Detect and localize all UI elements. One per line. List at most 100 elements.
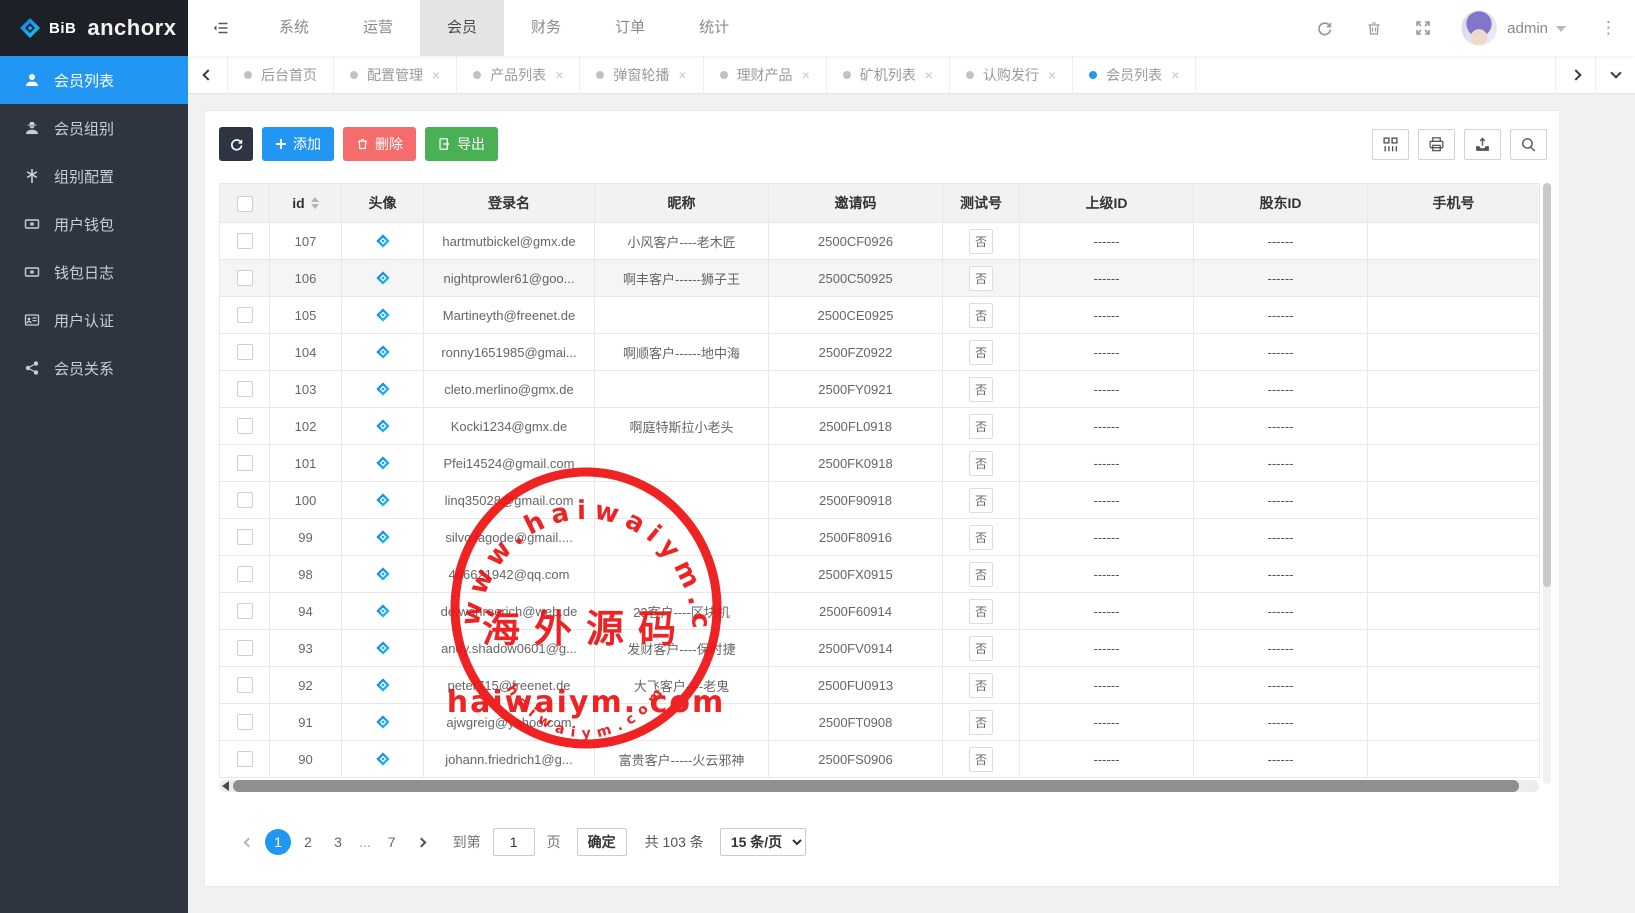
cell-parent-id: ------ xyxy=(1020,630,1194,667)
user-menu-caret-icon[interactable] xyxy=(1556,26,1566,32)
tab-subscription[interactable]: 认购发行 × xyxy=(950,56,1073,93)
test-flag-badge[interactable]: 否 xyxy=(969,525,993,550)
user-avatar[interactable] xyxy=(1461,10,1497,46)
topnav-operation[interactable]: 运营 xyxy=(336,0,420,56)
row-checkbox[interactable] xyxy=(237,270,253,286)
tabs-scroll-right-icon[interactable] xyxy=(1555,56,1595,93)
row-checkbox[interactable] xyxy=(237,640,253,656)
sidebar-item-group-config[interactable]: 组别配置 xyxy=(0,152,188,200)
topnav-system[interactable]: 系统 xyxy=(252,0,336,56)
export-button[interactable]: 导出 xyxy=(425,127,498,161)
sidebar-toggle-icon[interactable] xyxy=(188,0,252,56)
scroll-left-arrow-icon[interactable] xyxy=(222,781,229,791)
test-flag-badge[interactable]: 否 xyxy=(969,340,993,365)
tab-finance-products[interactable]: 理财产品 × xyxy=(704,56,827,93)
tab-config[interactable]: 配置管理 × xyxy=(334,56,457,93)
sidebar-item-wallet-log[interactable]: 钱包日志 xyxy=(0,248,188,296)
topnav-finance[interactable]: 财务 xyxy=(504,0,588,56)
fullscreen-icon[interactable] xyxy=(1398,0,1447,56)
prev-page-icon[interactable] xyxy=(235,829,261,855)
sidebar-item-member-relations[interactable]: 会员关系 xyxy=(0,344,188,392)
confirm-button[interactable]: 确定 xyxy=(577,828,627,856)
horizontal-scrollbar[interactable] xyxy=(219,780,1539,792)
test-flag-badge[interactable]: 否 xyxy=(969,488,993,513)
cell-shareholder-id: ------ xyxy=(1194,593,1368,630)
row-checkbox[interactable] xyxy=(237,751,253,767)
trash-icon[interactable] xyxy=(1349,0,1398,56)
next-page-icon[interactable] xyxy=(409,829,435,855)
test-flag-badge[interactable]: 否 xyxy=(969,710,993,735)
tab-close-icon[interactable]: × xyxy=(1171,68,1179,82)
tab-products[interactable]: 产品列表 × xyxy=(457,56,580,93)
topnav-stats[interactable]: 统计 xyxy=(672,0,756,56)
test-flag-badge[interactable]: 否 xyxy=(969,747,993,772)
cell-nickname: 啊顺客户------地中海 xyxy=(595,334,769,371)
page-7[interactable]: 7 xyxy=(379,829,405,855)
columns-toggle-icon[interactable] xyxy=(1372,129,1409,160)
page-1[interactable]: 1 xyxy=(265,829,291,855)
sidebar-item-user-verify[interactable]: 用户认证 xyxy=(0,296,188,344)
refresh-icon[interactable] xyxy=(1300,0,1349,56)
topnav-order[interactable]: 订单 xyxy=(588,0,672,56)
tab-close-icon[interactable]: × xyxy=(432,68,440,82)
tab-miners[interactable]: 矿机列表 × xyxy=(827,56,950,93)
tab-close-icon[interactable]: × xyxy=(802,68,810,82)
row-checkbox[interactable] xyxy=(237,344,253,360)
row-checkbox[interactable] xyxy=(237,714,253,730)
tab-close-icon[interactable]: × xyxy=(925,68,933,82)
cell-test: 否 xyxy=(943,593,1020,630)
tab-home[interactable]: 后台首页 xyxy=(228,56,334,93)
row-checkbox[interactable] xyxy=(237,455,253,471)
export-data-icon[interactable] xyxy=(1464,129,1501,160)
row-checkbox[interactable] xyxy=(237,529,253,545)
test-flag-badge[interactable]: 否 xyxy=(969,562,993,587)
sidebar-item-member-list[interactable]: 会员列表 xyxy=(0,56,188,104)
tab-popup-carousel[interactable]: 弹窗轮播 × xyxy=(580,56,703,93)
test-flag-badge[interactable]: 否 xyxy=(969,599,993,624)
add-button[interactable]: 添加 xyxy=(262,127,334,161)
row-checkbox[interactable] xyxy=(237,566,253,582)
tabs-scroll-left-icon[interactable] xyxy=(188,56,228,93)
tab-close-icon[interactable]: × xyxy=(1048,68,1056,82)
sidebar-item-user-wallet[interactable]: 用户钱包 xyxy=(0,200,188,248)
topnav-member[interactable]: 会员 xyxy=(420,0,504,56)
tab-close-icon[interactable]: × xyxy=(555,68,563,82)
test-flag-badge[interactable]: 否 xyxy=(969,377,993,402)
search-icon[interactable] xyxy=(1510,129,1547,160)
row-checkbox[interactable] xyxy=(237,381,253,397)
cell-id: 98 xyxy=(270,556,342,593)
test-flag-badge[interactable]: 否 xyxy=(969,451,993,476)
test-flag-badge[interactable]: 否 xyxy=(969,266,993,291)
refresh-button[interactable] xyxy=(219,127,253,161)
vertical-scrollbar[interactable] xyxy=(1543,183,1551,784)
select-all-checkbox[interactable] xyxy=(237,196,253,212)
cell-id: 90 xyxy=(270,741,342,778)
page-3[interactable]: 3 xyxy=(325,829,351,855)
goto-page-input[interactable] xyxy=(493,828,535,856)
test-flag-badge[interactable]: 否 xyxy=(969,303,993,328)
per-page-select[interactable]: 15 条/页 xyxy=(720,828,806,856)
cell-id: 107 xyxy=(270,223,342,260)
horizontal-scrollbar-thumb[interactable] xyxy=(233,780,1519,792)
page-2[interactable]: 2 xyxy=(295,829,321,855)
delete-button[interactable]: 删除 xyxy=(343,127,416,161)
test-flag-badge[interactable]: 否 xyxy=(969,229,993,254)
row-checkbox[interactable] xyxy=(237,307,253,323)
row-checkbox[interactable] xyxy=(237,677,253,693)
test-flag-badge[interactable]: 否 xyxy=(969,636,993,661)
row-checkbox[interactable] xyxy=(237,418,253,434)
username-label[interactable]: admin xyxy=(1507,20,1548,37)
tabs-menu-icon[interactable] xyxy=(1595,56,1635,93)
sidebar-item-member-groups[interactable]: 会员组别 xyxy=(0,104,188,152)
row-checkbox[interactable] xyxy=(237,233,253,249)
more-menu-icon[interactable]: ⋮ xyxy=(1566,18,1617,38)
row-checkbox[interactable] xyxy=(237,603,253,619)
test-flag-badge[interactable]: 否 xyxy=(969,673,993,698)
vertical-scrollbar-thumb[interactable] xyxy=(1543,183,1551,587)
test-flag-badge[interactable]: 否 xyxy=(969,414,993,439)
print-icon[interactable] xyxy=(1418,129,1455,160)
tab-close-icon[interactable]: × xyxy=(678,68,686,82)
sort-icon[interactable] xyxy=(311,197,319,209)
tab-member-list[interactable]: 会员列表 × xyxy=(1073,56,1196,93)
row-checkbox[interactable] xyxy=(237,492,253,508)
